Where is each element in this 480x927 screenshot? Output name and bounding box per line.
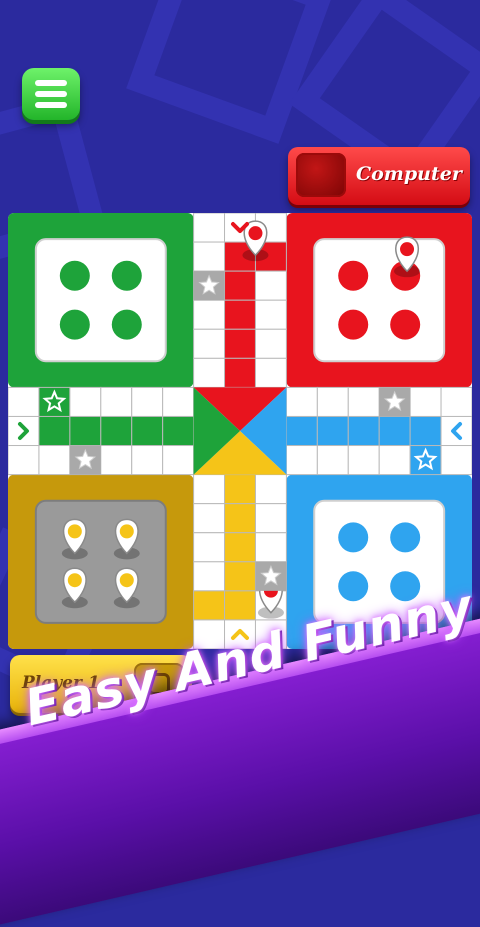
board-cell <box>8 386 40 417</box>
board-cell <box>131 445 164 476</box>
board-cell <box>193 328 226 359</box>
board-cell <box>8 445 40 476</box>
board-cell <box>316 386 349 417</box>
board-cell <box>254 299 287 330</box>
board-cell <box>347 415 380 447</box>
board-cell <box>224 590 256 621</box>
yellow-token-dot <box>119 524 134 539</box>
board-cell <box>100 415 133 447</box>
yellow-token-dot <box>119 573 134 588</box>
board-cell <box>193 561 226 592</box>
board-cell <box>193 474 226 505</box>
board-cell <box>8 415 40 447</box>
board-cell <box>254 270 287 301</box>
board-cell <box>193 213 226 243</box>
board-cell <box>347 386 380 417</box>
board-cell <box>193 532 226 563</box>
board-cell <box>254 328 287 359</box>
board-cell <box>224 270 256 301</box>
board-cell <box>224 532 256 563</box>
board-cell <box>316 415 349 447</box>
board-cell <box>285 445 318 476</box>
board-cell <box>254 357 287 388</box>
ludo-board[interactable] <box>8 213 472 649</box>
blue-home-pip <box>338 571 369 602</box>
board-cell <box>224 561 256 592</box>
opponent-panel: Computer <box>288 147 470 205</box>
board-cell <box>409 415 442 447</box>
board-cell <box>440 386 472 417</box>
red-token-dot <box>248 226 263 241</box>
board-cell <box>409 386 442 417</box>
red-home-pip <box>338 309 369 340</box>
blue-home-pip <box>390 522 421 553</box>
yellow-home-plate <box>34 499 167 624</box>
board-cell <box>193 299 226 330</box>
red-home-plate <box>313 238 446 363</box>
board-cell <box>254 503 287 534</box>
board-cell <box>100 386 133 417</box>
red-home-pip <box>390 309 421 340</box>
board-cell <box>254 474 287 505</box>
board-cell <box>162 386 195 417</box>
board-cell <box>224 299 256 330</box>
board-cell <box>378 415 411 447</box>
board-cell <box>38 415 71 447</box>
opponent-name: Computer <box>356 163 462 185</box>
board-cell <box>440 445 472 476</box>
green-home-pip <box>59 309 90 340</box>
board-cell <box>162 415 195 447</box>
green-home-pip <box>111 309 142 340</box>
board-cell <box>440 415 472 447</box>
board-cell <box>224 503 256 534</box>
board-cell <box>193 357 226 388</box>
yellow-token-dot <box>67 524 82 539</box>
board-cell <box>224 328 256 359</box>
board-cell <box>285 415 318 447</box>
board-cell <box>193 503 226 534</box>
green-home-pip <box>59 260 90 291</box>
menu-button[interactable] <box>22 68 80 120</box>
board-cell <box>254 532 287 563</box>
board-cell <box>378 445 411 476</box>
board-cell <box>347 445 380 476</box>
blue-home-pip <box>338 522 369 553</box>
yellow-token-dot <box>67 573 82 588</box>
red-home-pip <box>338 260 369 291</box>
green-home-plate <box>34 238 167 363</box>
board-cell <box>224 357 256 388</box>
board-cell <box>69 415 102 447</box>
board-cell <box>100 445 133 476</box>
opponent-avatar <box>296 153 346 197</box>
board-cell <box>38 445 71 476</box>
board-cell <box>193 241 226 272</box>
board-cell <box>131 386 164 417</box>
board-cell <box>316 445 349 476</box>
green-home-pip <box>111 260 142 291</box>
board-cell <box>162 445 195 476</box>
red-token-dot <box>400 242 415 257</box>
board-cell <box>69 386 102 417</box>
board-cell <box>131 415 164 447</box>
board-cell <box>285 386 318 417</box>
board-cell <box>224 474 256 505</box>
